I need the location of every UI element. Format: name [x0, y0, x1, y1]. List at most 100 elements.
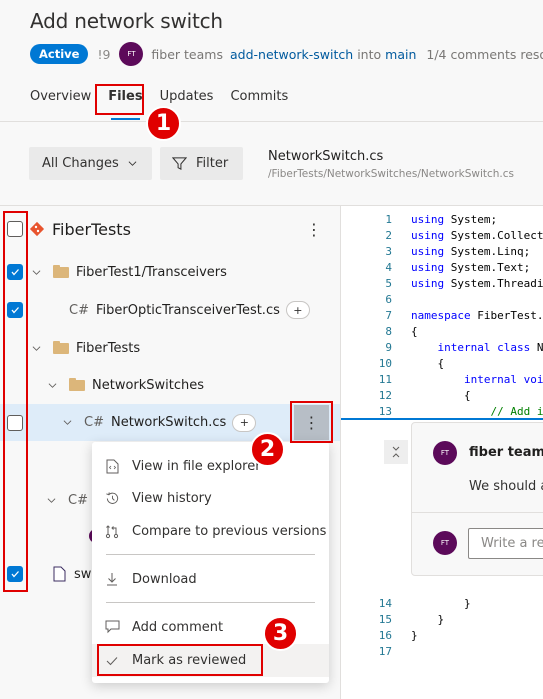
line-number: 2: [385, 229, 392, 242]
more-options-icon[interactable]: ⋮: [306, 220, 322, 239]
code-text: namespace FiberTest.I: [411, 309, 543, 322]
tree-item-folder[interactable]: FiberTests: [0, 330, 340, 366]
menu-item-label: Add comment: [132, 619, 224, 635]
page-title: Add network switch: [30, 9, 223, 33]
menu-item-label: Download: [132, 571, 197, 587]
reply-input[interactable]: Write a reply: [468, 528, 543, 559]
added-badge: +: [232, 413, 257, 432]
line-number: 3: [385, 245, 392, 258]
pr-author[interactable]: fiber teams: [151, 47, 223, 62]
line-number: 1: [385, 213, 392, 226]
tree-root[interactable]: FiberTests ⋮: [0, 211, 340, 247]
code-text: internal voi: [411, 373, 543, 386]
code-line: 12 {: [341, 388, 543, 404]
tab-overview[interactable]: Overview: [30, 89, 91, 111]
code-line: 3 using System.Linq;: [341, 244, 543, 260]
thread-divider: [412, 512, 543, 513]
all-changes-label: All Changes: [42, 156, 119, 171]
chevron-down-icon[interactable]: [63, 418, 72, 427]
folder-icon: [69, 377, 85, 391]
line-number: 7: [385, 309, 392, 322]
code-text: {: [411, 389, 471, 402]
git-repo-icon: [29, 221, 45, 237]
menu-item-view-in-file-explorer[interactable]: View in file explorer: [92, 450, 329, 482]
annotation-box-more-options: [290, 401, 333, 443]
code-line: 6: [341, 292, 543, 308]
menu-item-label: View in file explorer: [132, 458, 261, 474]
tree-item-file-selected[interactable]: C# NetworkSwitch.cs +: [0, 404, 340, 441]
history-icon: [104, 491, 120, 506]
code-line: 13 // Add i: [341, 404, 543, 420]
tab-commits[interactable]: Commits: [230, 89, 288, 111]
added-badge: +: [285, 301, 310, 319]
code-text: using System.Text;: [411, 261, 531, 274]
annotation-box-mark-reviewed: [97, 644, 263, 676]
download-icon: [104, 572, 120, 586]
pr-id: !9: [97, 46, 111, 62]
line-number: 14: [378, 597, 392, 610]
comment-thread: FT fiber teams We should a FT Write a re…: [411, 422, 543, 576]
tree-item-label: FiberTests: [76, 340, 141, 356]
line-number: 6: [385, 293, 392, 306]
all-changes-dropdown[interactable]: All Changes: [29, 147, 152, 180]
filter-button[interactable]: Filter: [160, 147, 243, 180]
tree-item-label: NetworkSwitches: [92, 377, 205, 393]
comments-status: 1/4 comments resolved: [426, 46, 543, 62]
code-text: }: [411, 629, 418, 642]
chevron-down-icon[interactable]: [32, 344, 41, 353]
csharp-icon: C#: [69, 302, 89, 318]
tree-item-label: NetworkSwitch.cs: [110, 415, 227, 430]
line-number: 13: [378, 405, 392, 418]
code-line: 16}: [341, 628, 543, 644]
filter-label: Filter: [196, 156, 229, 171]
code-line: 14 }: [341, 596, 543, 612]
add-comment-icon: [104, 620, 120, 634]
csharp-icon: C#: [68, 492, 88, 508]
menu-item-download[interactable]: Download: [92, 563, 329, 595]
code-text: }: [411, 597, 471, 610]
code-line: 7 namespace FiberTest.I: [341, 308, 543, 324]
file-code-icon: [104, 459, 120, 474]
chevron-down-icon[interactable]: [48, 381, 57, 390]
tree-item-file[interactable]: C# FiberOpticTransceiverTest.cs +: [0, 292, 340, 328]
chevron-down-icon[interactable]: [47, 496, 56, 505]
tree-item-folder[interactable]: FiberTest1/Transceivers: [0, 254, 340, 290]
line-number: 4: [385, 261, 392, 274]
into-label: into: [357, 46, 382, 62]
code-line: 5 using System.Threadi: [341, 276, 543, 292]
code-text: // Add i: [411, 405, 543, 418]
reply-avatar: FT: [433, 531, 457, 555]
code-text: using System.Collect: [411, 229, 543, 242]
code-line: 15 }: [341, 612, 543, 628]
code-text: using System.Linq;: [411, 245, 531, 258]
folder-icon: [53, 264, 69, 278]
menu-divider: [106, 602, 315, 603]
code-line: 8{: [341, 324, 543, 340]
line-number: 11: [378, 373, 392, 386]
collapse-thread-button[interactable]: [384, 440, 408, 464]
code-line: 1 using System;: [341, 212, 543, 228]
filter-icon: [172, 157, 187, 170]
code-line: 17: [341, 644, 543, 660]
code-line: 2 using System.Collect: [341, 228, 543, 244]
source-branch-link[interactable]: add-network-switch: [230, 47, 353, 62]
annotation-marker-1: 1: [146, 106, 181, 141]
menu-item-view-history[interactable]: View history: [92, 482, 329, 514]
code-text: using System.Threadi: [411, 277, 543, 290]
menu-item-label: Compare to previous versions: [132, 523, 327, 539]
tree-item-label: FiberOpticTransceiverTest.cs: [95, 302, 280, 318]
menu-item-compare-versions[interactable]: Compare to previous versions: [92, 515, 329, 547]
line-number: 10: [378, 357, 392, 370]
folder-icon: [53, 340, 69, 354]
target-branch-link[interactable]: main: [385, 47, 416, 62]
line-number: 17: [378, 645, 392, 658]
chevron-down-icon[interactable]: [32, 268, 41, 277]
tree-item-label: FiberTest1/Transceivers: [76, 264, 227, 280]
collapse-icon: [392, 446, 400, 458]
tree-item-folder[interactable]: NetworkSwitches: [0, 367, 340, 403]
line-number: 9: [385, 341, 392, 354]
comment-avatar: FT: [433, 441, 457, 465]
line-number: 15: [378, 613, 392, 626]
selected-file-path: /FiberTests/NetworkSwitches/NetworkSwitc…: [268, 168, 515, 180]
line-number: 5: [385, 277, 392, 290]
